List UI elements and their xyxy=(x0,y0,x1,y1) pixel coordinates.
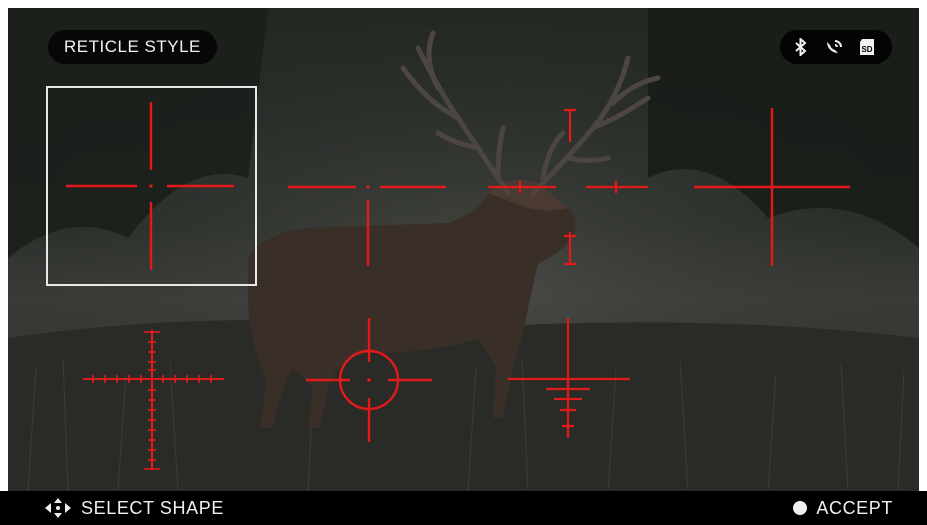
reticle-option-7[interactable] xyxy=(508,318,630,438)
accept-hint[interactable]: ACCEPT xyxy=(793,491,893,525)
select-shape-label: SELECT SHAPE xyxy=(81,497,224,518)
viewfinder-screen: RETICLE STYLE SD xyxy=(8,8,919,491)
reticle-option-3[interactable] xyxy=(488,108,648,266)
reticle-option-4[interactable] xyxy=(694,108,850,266)
accept-dot-icon xyxy=(793,501,808,515)
reticle-option-5[interactable] xyxy=(83,330,224,470)
four-way-arrow-icon xyxy=(45,498,71,518)
reticle-selection-highlight xyxy=(46,86,257,286)
footer-bar: SELECT SHAPE ACCEPT xyxy=(0,491,927,525)
select-shape-hint: SELECT SHAPE xyxy=(44,491,224,525)
accept-label: ACCEPT xyxy=(816,497,893,518)
reticle-option-6[interactable] xyxy=(306,318,432,442)
reticle-option-2[interactable] xyxy=(288,185,446,266)
